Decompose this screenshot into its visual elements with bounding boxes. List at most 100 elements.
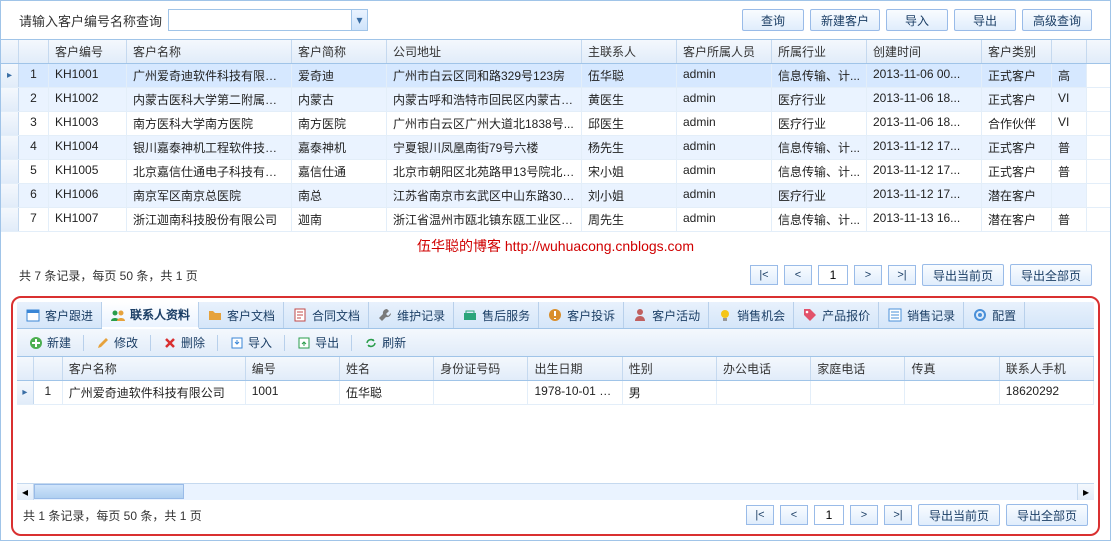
row-handle[interactable] [1,208,19,231]
cell: 普 [1052,160,1087,183]
col-header[interactable]: 客户类别 [982,40,1052,63]
col-header[interactable] [1052,40,1087,63]
tab-label: 产品报价 [822,307,870,324]
col-header[interactable]: 性别 [623,357,717,380]
row-handle[interactable]: ▸ [17,381,34,404]
pager-last-button[interactable]: >| [888,265,916,285]
export-all-pages-button[interactable]: 导出全部页 [1010,264,1092,286]
cell: admin [677,160,772,183]
tool-edit-button[interactable]: 修改 [90,332,144,353]
tab-tag[interactable]: 产品报价 [794,302,879,328]
col-header[interactable]: 出生日期 [528,357,622,380]
tab-complaint[interactable]: 客户投诉 [539,302,624,328]
detail-pager: 共 1 条记录，每页 50 条，共 1 页 |< < > >| 导出当前页 导出… [17,500,1094,530]
export-current-page-button[interactable]: 导出当前页 [922,264,1004,286]
cell: 2013-11-12 17... [867,160,982,183]
horizontal-scrollbar[interactable]: ◂ ▸ [17,483,1094,500]
col-header[interactable]: 传真 [905,357,999,380]
tab-calendar[interactable]: 客户跟进 [17,302,102,328]
row-handle[interactable]: ▸ [1,64,19,87]
cell: 信息传输、计... [772,208,867,231]
tab-people[interactable]: 联系人资料 [102,302,199,329]
tab-config[interactable]: 配置 [964,302,1025,328]
pager-first-button[interactable]: |< [750,265,778,285]
export-button[interactable]: 导出 [954,9,1016,31]
col-header[interactable]: 客户名称 [63,357,246,380]
tool-import-button[interactable]: 导入 [224,332,278,353]
detail-pager-prev-button[interactable]: < [780,505,808,525]
col-header[interactable]: 联系人手机 [1000,357,1094,380]
cell: 潜在客户 [982,208,1052,231]
tab-wrench[interactable]: 维护记录 [369,302,454,328]
tab-activity[interactable]: 客户活动 [624,302,709,328]
table-row[interactable]: ▸1广州爱奇迪软件科技有限公司1001伍华聪1978-10-01 00...男1… [17,381,1094,405]
cell: 浙江迦南科技股份有限公司 [127,208,292,231]
row-number: 5 [19,160,49,183]
row-handle[interactable] [1,88,19,111]
table-row[interactable]: 7KH1007浙江迦南科技股份有限公司迦南浙江省温州市瓯北镇东瓯工业区园...周… [1,208,1110,232]
col-header[interactable]: 客户编号 [49,40,127,63]
new-customer-button[interactable]: 新建客户 [810,9,880,31]
import-button[interactable]: 导入 [886,9,948,31]
pager-next-button[interactable]: > [854,265,882,285]
table-row[interactable]: ▸1KH1001广州爱奇迪软件科技有限公司爱奇迪广州市白云区同和路329号123… [1,64,1110,88]
grid-header: 客户编号客户名称客户简称公司地址主联系人客户所属人员所属行业创建时间客户类别 [1,40,1110,64]
search-input[interactable] [169,13,351,27]
cell: 伍华聪 [340,381,434,404]
detail-export-all-pages-button[interactable]: 导出全部页 [1006,504,1088,526]
tool-refresh-button[interactable]: 刷新 [358,332,412,353]
detail-pager-last-button[interactable]: >| [884,505,912,525]
cell: 北京市朝阳区北苑路甲13号院北辰... [387,160,582,183]
pager-page-input[interactable] [818,265,848,285]
detail-pager-first-button[interactable]: |< [746,505,774,525]
table-row[interactable]: 3KH1003南方医科大学南方医院南方医院广州市白云区广州大道北1838号...… [1,112,1110,136]
tab-bulb[interactable]: 销售机会 [709,302,794,328]
combo-arrow-icon[interactable]: ▾ [351,10,367,30]
tab-list[interactable]: 销售记录 [879,302,964,328]
grid-body[interactable]: ▸1KH1001广州爱奇迪软件科技有限公司爱奇迪广州市白云区同和路329号123… [1,64,1110,232]
col-header[interactable]: 姓名 [340,357,434,380]
col-header[interactable]: 公司地址 [387,40,582,63]
detail-grid-body[interactable]: ▸1广州爱奇迪软件科技有限公司1001伍华聪1978-10-01 00...男1… [17,381,1094,483]
col-header[interactable]: 客户名称 [127,40,292,63]
cell: 宁夏银川凤凰南街79号六楼 [387,136,582,159]
row-handle[interactable] [1,136,19,159]
col-header[interactable]: 创建时间 [867,40,982,63]
row-handle[interactable] [1,112,19,135]
detail-pager-next-button[interactable]: > [850,505,878,525]
col-header[interactable]: 主联系人 [582,40,677,63]
detail-pager-page-input[interactable] [814,505,844,525]
tool-export-button[interactable]: 导出 [291,332,345,353]
table-row[interactable]: 4KH1004银川嘉泰神机工程软件技术...嘉泰神机宁夏银川凤凰南街79号六楼杨… [1,136,1110,160]
row-handle[interactable] [1,160,19,183]
pager-prev-button[interactable]: < [784,265,812,285]
col-header[interactable]: 客户简称 [292,40,387,63]
tool-delete-button[interactable]: 删除 [157,332,211,353]
cell: 迦南 [292,208,387,231]
col-header[interactable]: 家庭电话 [811,357,905,380]
table-row[interactable]: 5KH1005北京嘉信仕通电子科技有限...嘉信仕通北京市朝阳区北苑路甲13号院… [1,160,1110,184]
tab-contract[interactable]: 合同文档 [284,302,369,328]
col-header[interactable]: 办公电话 [717,357,811,380]
table-row[interactable]: 2KH1002内蒙古医科大学第二附属医院内蒙古内蒙古呼和浩特市回民区内蒙古医..… [1,88,1110,112]
query-button[interactable]: 查询 [742,9,804,31]
detail-export-current-page-button[interactable]: 导出当前页 [918,504,1000,526]
col-header[interactable]: 编号 [246,357,340,380]
cell: 2013-11-06 00... [867,64,982,87]
cell: KH1004 [49,136,127,159]
advanced-query-button[interactable]: 高级查询 [1022,9,1092,31]
cell: 刘小姐 [582,184,677,207]
cell: 合作伙伴 [982,112,1052,135]
cell: 黄医生 [582,88,677,111]
row-number: 6 [19,184,49,207]
tab-service[interactable]: 售后服务 [454,302,539,328]
col-header[interactable]: 身份证号码 [434,357,528,380]
col-header[interactable]: 所属行业 [772,40,867,63]
col-header[interactable]: 客户所属人员 [677,40,772,63]
table-row[interactable]: 6KH1006南京军区南京总医院南总江苏省南京市玄武区中山东路305号刘小姐ad… [1,184,1110,208]
cell: VI [1052,112,1087,135]
tab-folder[interactable]: 客户文档 [199,302,284,328]
tool-new-button[interactable]: 新建 [23,332,77,353]
search-combo[interactable]: ▾ [168,9,368,31]
row-handle[interactable] [1,184,19,207]
